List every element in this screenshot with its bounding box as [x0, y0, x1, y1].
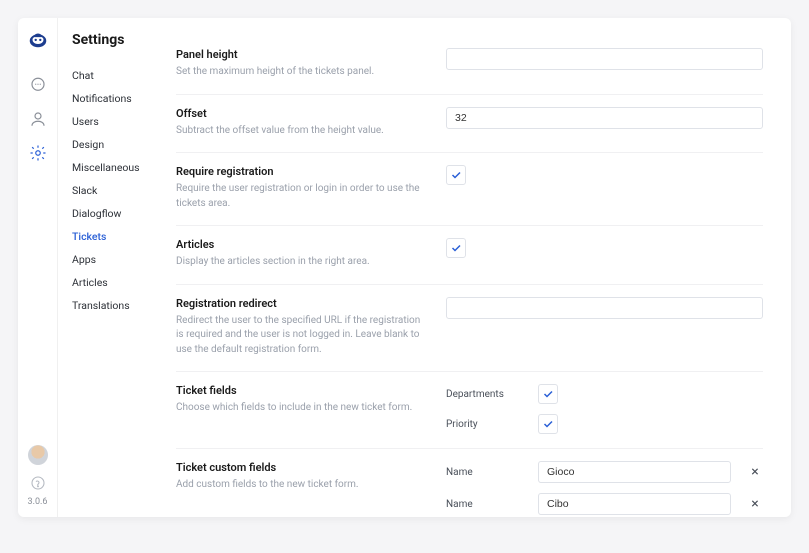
section-offset: Offset Subtract the offset value from th…: [176, 95, 763, 154]
sidebar-item-notifications[interactable]: Notifications: [72, 87, 158, 110]
sidebar-item-chat[interactable]: Chat: [72, 64, 158, 87]
section-panel-height: Panel height Set the maximum height of t…: [176, 36, 763, 95]
users-icon[interactable]: [29, 110, 47, 128]
require-registration-checkbox[interactable]: [446, 165, 466, 185]
sidebar-item-articles[interactable]: Articles: [72, 271, 158, 294]
departments-checkbox[interactable]: [538, 384, 558, 404]
field-label: Name: [446, 467, 526, 478]
priority-checkbox[interactable]: [538, 414, 558, 434]
page-title: Settings: [72, 32, 158, 48]
remove-icon[interactable]: ×: [747, 464, 763, 480]
sidebar-item-tickets[interactable]: Tickets: [72, 225, 158, 248]
section-title: Require registration: [176, 165, 426, 178]
sidebar-item-slack[interactable]: Slack: [72, 179, 158, 202]
section-articles: Articles Display the articles section in…: [176, 226, 763, 285]
section-desc: Redirect the user to the specified URL i…: [176, 314, 426, 358]
section-require-registration: Require registration Require the user re…: [176, 153, 763, 226]
section-title: Registration redirect: [176, 297, 426, 310]
settings-icon[interactable]: [29, 144, 47, 162]
version-label: 3.0.6: [28, 497, 48, 507]
remove-icon[interactable]: ×: [747, 496, 763, 512]
panel-height-input[interactable]: [446, 48, 763, 70]
offset-input[interactable]: [446, 107, 763, 129]
field-label: Priority: [446, 419, 526, 430]
sidebar-item-design[interactable]: Design: [72, 133, 158, 156]
field-label: Departments: [446, 389, 526, 400]
custom-field-name-input[interactable]: [538, 461, 731, 483]
sidebar-item-users[interactable]: Users: [72, 110, 158, 133]
section-ticket-custom-fields: Ticket custom fields Add custom fields t…: [176, 449, 763, 517]
sidebar-item-translations[interactable]: Translations: [72, 294, 158, 317]
app-logo-icon: [27, 28, 49, 50]
section-desc: Require the user registration or login i…: [176, 182, 426, 211]
section-desc: Choose which fields to include in the ne…: [176, 401, 426, 416]
sidebar-item-apps[interactable]: Apps: [72, 248, 158, 271]
sidebar-item-miscellaneous[interactable]: Miscellaneous: [72, 156, 158, 179]
sidebar: Settings Chat Notifications Users Design…: [58, 18, 158, 517]
section-desc: Set the maximum height of the tickets pa…: [176, 65, 426, 80]
avatar[interactable]: [28, 445, 48, 465]
section-desc: Display the articles section in the righ…: [176, 255, 426, 270]
field-label: Name: [446, 499, 526, 510]
articles-checkbox[interactable]: [446, 238, 466, 258]
settings-main: Panel height Set the maximum height of t…: [158, 18, 791, 517]
section-registration-redirect: Registration redirect Redirect the user …: [176, 285, 763, 373]
section-desc: Add custom fields to the new ticket form…: [176, 478, 426, 493]
help-icon[interactable]: [30, 475, 46, 491]
section-title: Ticket custom fields: [176, 461, 426, 474]
section-ticket-fields: Ticket fields Choose which fields to inc…: [176, 372, 763, 449]
messages-icon[interactable]: [29, 76, 47, 94]
section-title: Offset: [176, 107, 426, 120]
icon-rail: 3.0.6: [18, 18, 58, 517]
section-title: Ticket fields: [176, 384, 426, 397]
section-title: Articles: [176, 238, 426, 251]
registration-redirect-input[interactable]: [446, 297, 763, 319]
custom-field-name-input[interactable]: [538, 493, 731, 515]
section-desc: Subtract the offset value from the heigh…: [176, 124, 426, 139]
sidebar-item-dialogflow[interactable]: Dialogflow: [72, 202, 158, 225]
section-title: Panel height: [176, 48, 426, 61]
